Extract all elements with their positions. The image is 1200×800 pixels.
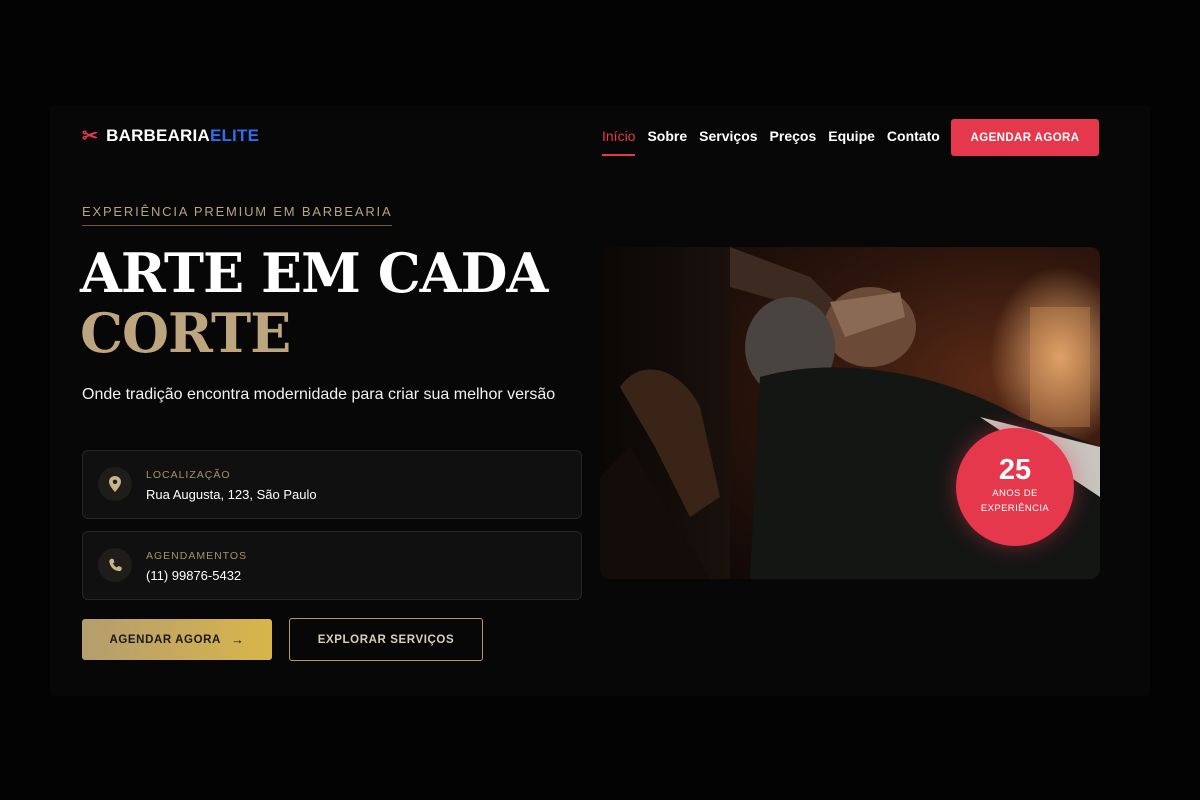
hero-subtitle: Onde tradição encontra modernidade para …: [82, 386, 556, 403]
phone-value[interactable]: (11) 99876-5432: [146, 568, 241, 583]
location-card: LOCALIZAÇÃO Rua Augusta, 123, São Paulo: [82, 450, 582, 519]
experience-line1: ANOS DE: [992, 488, 1038, 499]
logo[interactable]: ✂ BARBEARIAELITE: [82, 126, 259, 146]
experience-years: 25: [998, 454, 1032, 486]
nav-item-precos[interactable]: Preços: [770, 128, 817, 152]
nav-item-equipe[interactable]: Equipe: [828, 128, 875, 152]
header-book-button[interactable]: AGENDAR AGORA: [951, 119, 1099, 156]
logo-brand: BARBEARIA: [106, 126, 210, 145]
arrow-right-icon: →: [230, 632, 245, 647]
phone-card: AGENDAMENTOS (11) 99876-5432: [82, 531, 582, 600]
hero-title-line2: CORTE: [80, 301, 291, 365]
logo-accent: ELITE: [209, 126, 260, 145]
experience-line2: EXPERIÊNCIA: [980, 503, 1050, 514]
location-label: LOCALIZAÇÃO: [146, 469, 231, 481]
nav-item-servicos[interactable]: Serviços: [699, 128, 757, 152]
experience-badge: 25 ANOS DE EXPERIÊNCIA: [956, 428, 1074, 546]
hero-eyebrow: EXPERIÊNCIA PREMIUM EM BARBEARIA: [82, 204, 393, 226]
phone-icon: [98, 548, 132, 582]
location-value: Rua Augusta, 123, São Paulo: [146, 487, 317, 502]
main-nav: Início Sobre Serviços Preços Equipe Cont…: [602, 128, 940, 156]
phone-label: AGENDAMENTOS: [146, 550, 248, 562]
nav-item-sobre[interactable]: Sobre: [647, 128, 687, 152]
hero-title-line1: ARTE EM CADA: [80, 241, 548, 305]
hero-title: ARTE EM CADA CORTE: [80, 241, 548, 365]
location-pin-icon: [98, 467, 132, 501]
nav-item-contato[interactable]: Contato: [887, 128, 940, 152]
book-now-label: AGENDAR AGORA: [109, 633, 221, 646]
scissors-icon: ✂: [82, 125, 99, 147]
book-now-button[interactable]: AGENDAR AGORA →: [82, 619, 272, 660]
nav-item-inicio[interactable]: Início: [602, 128, 636, 156]
explore-services-button[interactable]: EXPLORAR SERVIÇOS: [289, 618, 483, 661]
